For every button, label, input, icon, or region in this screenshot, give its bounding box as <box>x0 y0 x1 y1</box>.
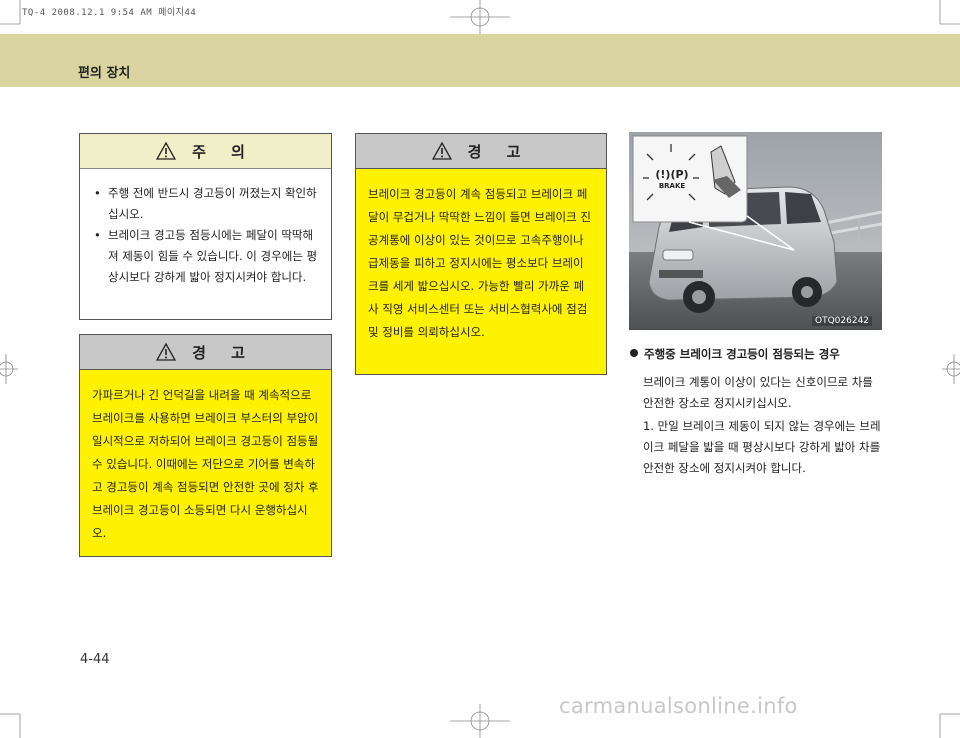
warning-header-2: 경 고 <box>356 134 606 169</box>
warning-header-1: 경 고 <box>80 335 331 370</box>
page-number: 4-44 <box>80 652 110 667</box>
warning-box-1: 경 고 가파르거나 긴 언덕길을 내려올 때 계속적으로 브레이크를 사용하면 … <box>79 334 332 557</box>
header-band <box>0 34 960 87</box>
section-title: 편의 장치 <box>78 66 131 81</box>
van-illustration <box>629 132 882 330</box>
caution-box: 주 의 주행 전에 반드시 경고등이 꺼졌는지 확인하십시오. 브레이크 경고등… <box>79 133 332 320</box>
warning-title-2: 경 고 <box>467 142 531 161</box>
warning-text-1: 가파르거나 긴 언덕길을 내려올 때 계속적으로 브레이크를 사용하면 브레이크… <box>92 388 319 540</box>
caution-list: 주행 전에 반드시 경고등이 꺼졌는지 확인하십시오. 브레이크 경고등 점등시… <box>80 169 331 288</box>
warning-triangle-icon <box>431 141 452 160</box>
footer-watermark: carmanualsonline.info <box>559 694 798 718</box>
warning-text-2: 브레이크 경고등이 계속 점등되고 브레이크 페달이 무겁거나 딱딱한 느낌이 … <box>368 187 591 339</box>
right-section-title-text: 주행중 브레이크 경고등이 점등되는 경우 <box>644 347 840 361</box>
warning-triangle-icon <box>156 141 177 160</box>
right-section-body: 브레이크 계통이 이상이 있다는 신호이므로 차를 안전한 장소로 정지시키십시… <box>643 375 873 410</box>
bullet-dot-icon <box>630 349 638 357</box>
caution-item: 주행 전에 반드시 경고등이 꺼졌는지 확인하십시오. <box>94 183 321 225</box>
brake-lamp-symbol: (!)(P) <box>655 168 689 181</box>
caution-title: 주 의 <box>192 142 255 161</box>
caution-item: 브레이크 경고등 점등시에는 페달이 딱딱해져 제동이 힘들 수 있습니다. 이… <box>94 225 321 288</box>
warning-title-1: 경 고 <box>192 343 255 362</box>
caution-header: 주 의 <box>80 134 331 169</box>
figure-code: OTQ026242 <box>812 316 873 326</box>
right-section-title: 주행중 브레이크 경고등이 점등되는 경우 <box>630 346 840 362</box>
warning-box-2: 경 고 브레이크 경고등이 계속 점등되고 브레이크 페달이 무겁거나 딱딱한 … <box>355 133 607 375</box>
brake-lamp-label: BRAKE <box>658 182 686 190</box>
vehicle-photo: (!)(P) BRAKE <box>629 132 882 330</box>
warning-triangle-icon <box>156 342 177 361</box>
right-section-note: 1. 만일 브레이크 제동이 되지 않는 경우에는 브레이크 페달을 밟을 때 … <box>643 419 881 475</box>
